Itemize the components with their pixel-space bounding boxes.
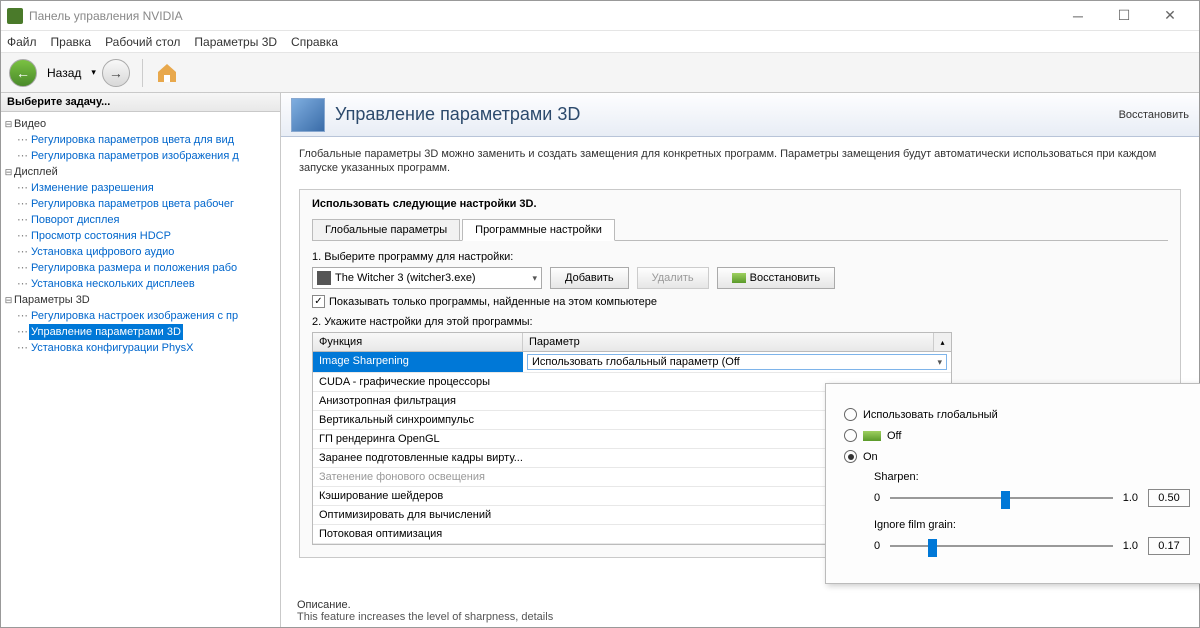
program-icon [317, 271, 331, 285]
grain-slider[interactable]: 0 1.0 0.17 [874, 537, 1190, 555]
tree-link[interactable]: Просмотр состояния HDCP [29, 228, 173, 244]
tree-link-selected[interactable]: Управление параметрами 3D [29, 324, 183, 340]
tree-link[interactable]: Установка цифрового аудио [29, 244, 176, 260]
tree-link[interactable]: Установка нескольких дисплеев [29, 276, 197, 292]
tree: ⊟Видео ⋯Регулировка параметров цвета для… [1, 112, 280, 360]
grain-value[interactable]: 0.17 [1148, 537, 1190, 555]
tree-link[interactable]: Регулировка параметров цвета рабочег [29, 196, 236, 212]
remove-button: Удалить [637, 267, 709, 289]
scroll-up-icon[interactable]: ▴ [933, 333, 951, 351]
step2-label: 2. Укажите настройки для этой программы: [312, 316, 1168, 328]
menu-params3d[interactable]: Параметры 3D [194, 35, 277, 49]
sharpen-value[interactable]: 0.50 [1148, 489, 1190, 507]
tree-link[interactable]: Поворот дисплея [29, 212, 121, 228]
chevron-down-icon: ▾ [937, 357, 942, 368]
step1-label: 1. Выберите программу для настройки: [312, 251, 1168, 263]
menu-help[interactable]: Справка [291, 35, 338, 49]
sharpen-label: Sharpen: [874, 471, 1190, 483]
sharpen-slider[interactable]: 0 1.0 0.50 [874, 489, 1190, 507]
restore-button[interactable]: Восстановить [717, 267, 835, 289]
tab-global[interactable]: Глобальные параметры [312, 219, 460, 241]
description: Глобальные параметры 3D можно заменить и… [299, 147, 1181, 175]
window-title: Панель управления NVIDIA [29, 9, 1055, 23]
maximize-button[interactable]: ☐ [1101, 2, 1147, 30]
tree-cat-params3d[interactable]: Параметры 3D [14, 292, 90, 308]
page-title: Управление параметрами 3D [335, 104, 1119, 125]
footer-description: Описание. This feature increases the lev… [297, 599, 553, 623]
panel-header: Использовать следующие настройки 3D. [312, 198, 1168, 210]
tree-link[interactable]: Регулировка настроек изображения с пр [29, 308, 240, 324]
menu-file[interactable]: Файл [7, 35, 37, 49]
close-button[interactable]: ✕ [1147, 2, 1193, 30]
nvidia-mini-icon [863, 431, 881, 441]
tree-collapse-icon[interactable]: ⊟ [3, 116, 14, 132]
nvidia-logo-icon [732, 273, 746, 283]
sidebar: Выберите задачу... ⊟Видео ⋯Регулировка п… [1, 93, 281, 627]
radio-on[interactable]: On [844, 450, 1190, 463]
col-parameter[interactable]: Параметр [523, 333, 933, 351]
nvidia-icon [7, 8, 23, 24]
show-only-checkbox[interactable]: ✓ Показывать только программы, найденные… [312, 295, 1168, 308]
tabs: Глобальные параметры Программные настрой… [312, 218, 1168, 241]
sidebar-header: Выберите задачу... [1, 93, 280, 112]
back-dropdown-icon[interactable]: ▾ [91, 67, 96, 78]
menubar: Файл Правка Рабочий стол Параметры 3D Сп… [1, 31, 1199, 53]
sharpening-popup: Использовать глобальный Off On Sharpen: … [825, 383, 1200, 584]
add-button[interactable]: Добавить [550, 267, 629, 289]
chevron-down-icon: ▾ [532, 273, 537, 284]
radio-off[interactable]: Off [844, 429, 1190, 442]
col-function[interactable]: Функция [313, 333, 523, 351]
content-header: Управление параметрами 3D Восстановить [281, 93, 1199, 137]
back-label: Назад [47, 66, 81, 80]
program-value: The Witcher 3 (witcher3.exe) [335, 272, 532, 284]
separator [142, 59, 143, 87]
toolbar: ← Назад ▾ → [1, 53, 1199, 93]
checkbox-icon: ✓ [312, 295, 325, 308]
tree-link[interactable]: Регулировка параметров цвета для вид [29, 132, 236, 148]
menu-desktop[interactable]: Рабочий стол [105, 35, 180, 49]
radio-global[interactable]: Использовать глобальный [844, 408, 1190, 421]
tree-link[interactable]: Регулировка размера и положения рабо [29, 260, 239, 276]
tree-link[interactable]: Регулировка параметров изображения д [29, 148, 241, 164]
tree-cat-video[interactable]: Видео [14, 116, 46, 132]
tree-cat-display[interactable]: Дисплей [14, 164, 58, 180]
cube-icon [291, 98, 325, 132]
grain-label: Ignore film grain: [874, 519, 1190, 531]
home-icon[interactable] [155, 61, 179, 85]
table-row[interactable]: Image Sharpening Использовать глобальный… [313, 352, 951, 373]
tree-collapse-icon[interactable]: ⊟ [3, 164, 14, 180]
forward-button[interactable]: → [102, 59, 130, 87]
program-combo[interactable]: The Witcher 3 (witcher3.exe) ▾ [312, 267, 542, 289]
tree-link[interactable]: Изменение разрешения [29, 180, 156, 196]
menu-edit[interactable]: Правка [51, 35, 92, 49]
param-combo[interactable]: Использовать глобальный параметр (Off▾ [527, 354, 947, 370]
tree-link[interactable]: Установка конфигурации PhysX [29, 340, 195, 356]
tab-program[interactable]: Программные настройки [462, 219, 615, 241]
titlebar: Панель управления NVIDIA ─ ☐ ✕ [1, 1, 1199, 31]
checkbox-label: Показывать только программы, найденные н… [329, 296, 657, 308]
minimize-button[interactable]: ─ [1055, 2, 1101, 30]
restore-link[interactable]: Восстановить [1119, 109, 1189, 121]
back-button[interactable]: ← [9, 59, 37, 87]
tree-collapse-icon[interactable]: ⊟ [3, 292, 14, 308]
content: Управление параметрами 3D Восстановить Г… [281, 93, 1199, 627]
